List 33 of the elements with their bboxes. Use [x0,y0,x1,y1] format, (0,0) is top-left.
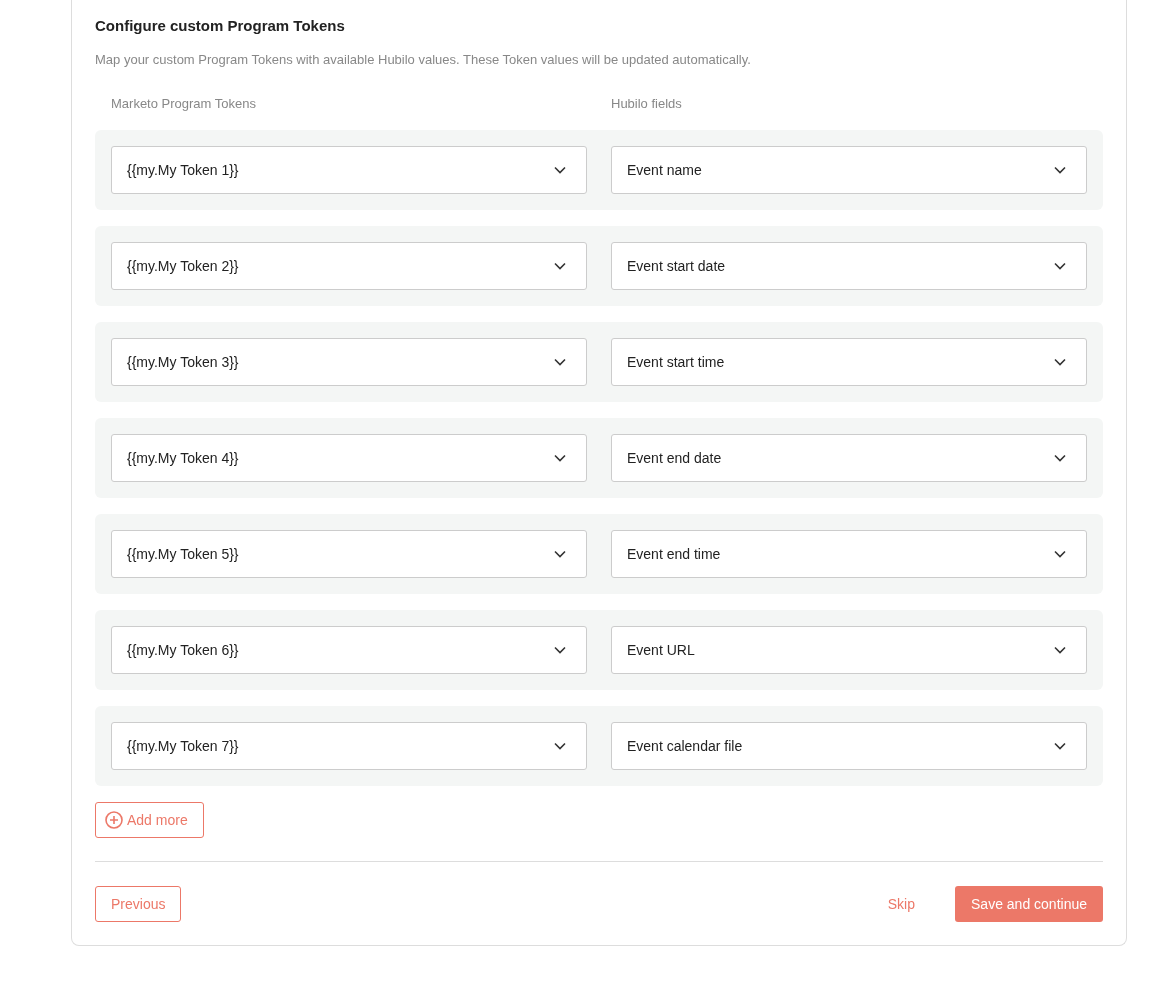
field-dropdown[interactable]: Event end time [611,530,1087,578]
field-dropdown[interactable]: Event calendar file [611,722,1087,770]
field-dropdown[interactable]: Event start time [611,338,1087,386]
column-header: Marketo Program Tokens [111,96,256,111]
chevron-down-icon [1054,358,1066,366]
chevron-down-icon [1054,550,1066,558]
token-dropdown[interactable]: {{my.My Token 6}} [111,626,587,674]
field-dropdown[interactable]: Event URL [611,626,1087,674]
chevron-down-icon [554,166,566,174]
chevron-down-icon [554,454,566,462]
chevron-down-icon [554,742,566,750]
chevron-down-icon [554,550,566,558]
field-dropdown[interactable]: Event end date [611,434,1087,482]
token-dropdown[interactable]: {{my.My Token 1}} [111,146,587,194]
chevron-down-icon [554,358,566,366]
token-dropdown[interactable]: {{my.My Token 7}} [111,722,587,770]
field-dropdown[interactable]: Event name [611,146,1087,194]
section-title: Configure custom Program Tokens [95,17,346,35]
chevron-down-icon [1054,166,1066,174]
field-dropdown[interactable]: Event start date [611,242,1087,290]
token-dropdown[interactable]: {{my.My Token 2}} [111,242,587,290]
plus-circle-icon [105,811,123,829]
chevron-down-icon [1054,742,1066,750]
chevron-down-icon [1054,262,1066,270]
chevron-down-icon [554,262,566,270]
column-header: Hubilo fields [611,96,682,111]
token-dropdown[interactable]: {{my.My Token 5}} [111,530,587,578]
chevron-down-icon [554,646,566,654]
token-dropdown[interactable]: {{my.My Token 4}} [111,434,587,482]
chevron-down-icon [1054,454,1066,462]
chevron-down-icon [1054,646,1066,654]
section-description: Map your custom Program Tokens with available Hubilo values. These Token values will be updated automatically. [95,52,752,68]
token-dropdown[interactable]: {{my.My Token 3}} [111,338,587,386]
